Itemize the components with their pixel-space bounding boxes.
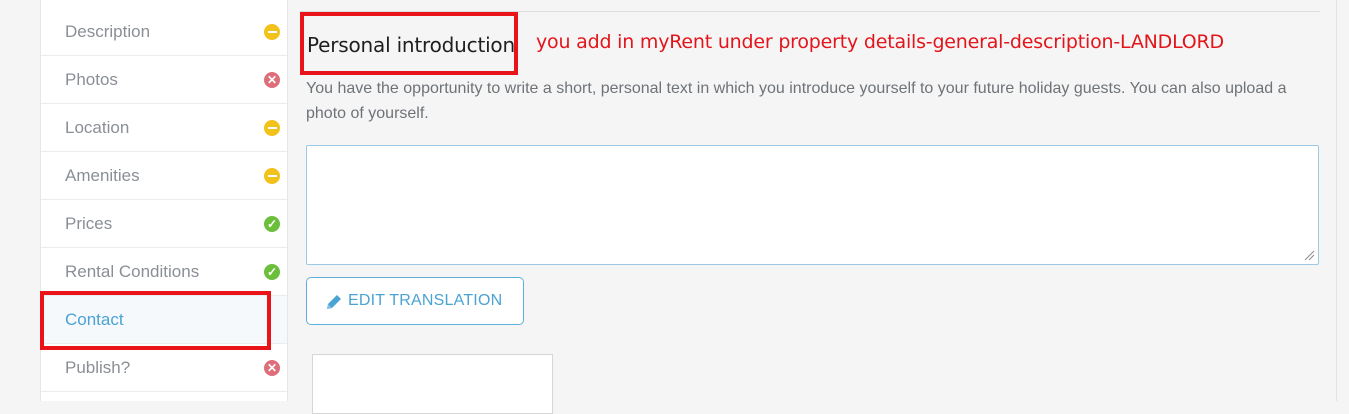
edit-translation-button[interactable]: EDIT TRANSLATION (306, 277, 524, 325)
content-border (1336, 0, 1337, 401)
annotation-highlight-box (300, 12, 518, 75)
sidebar-item-label: Photos (65, 69, 118, 89)
annotation-highlight-box (40, 291, 271, 350)
status-partial-icon (264, 119, 280, 136)
sidebar-item-rental-conditions[interactable]: Rental Conditions ✓ (41, 248, 287, 296)
sidebar-item-label: Location (65, 117, 130, 137)
resize-grip-icon[interactable] (1303, 249, 1315, 261)
sidebar-item-prices[interactable]: Prices ✓ (41, 200, 287, 248)
personal-introduction-textarea[interactable] (306, 145, 1319, 265)
status-ok-icon: ✓ (264, 215, 280, 232)
sidebar-item-location[interactable]: Location (41, 104, 287, 152)
photo-upload-area[interactable] (312, 354, 553, 414)
sidebar-item-amenities[interactable]: Amenities (41, 152, 287, 200)
edit-translation-label: EDIT TRANSLATION (348, 292, 503, 309)
status-partial-icon (264, 167, 280, 184)
section-description: You have the opportunity to write a shor… (306, 80, 1287, 122)
page-gutter (0, 0, 40, 401)
status-ok-icon: ✓ (264, 263, 280, 280)
status-error-icon: ✕ (264, 71, 280, 88)
sidebar-item-label: Prices (65, 213, 113, 233)
annotation-note: you add in myRent under property details… (536, 31, 1224, 53)
sidebar-item-photos[interactable]: Photos ✕ (41, 56, 287, 104)
sidebar-item-label: Amenities (65, 165, 140, 185)
pencil-icon (327, 295, 341, 309)
sidebar-item-label: Publish? (65, 357, 131, 377)
status-partial-icon (264, 23, 280, 40)
status-error-icon: ✕ (264, 359, 280, 376)
sidebar-item-label: Rental Conditions (65, 261, 200, 281)
sidebar-item-description[interactable]: Description (41, 8, 287, 56)
sidebar-item-publish[interactable]: Publish? ✕ (41, 344, 287, 392)
sidebar-item-label: Description (65, 21, 151, 41)
